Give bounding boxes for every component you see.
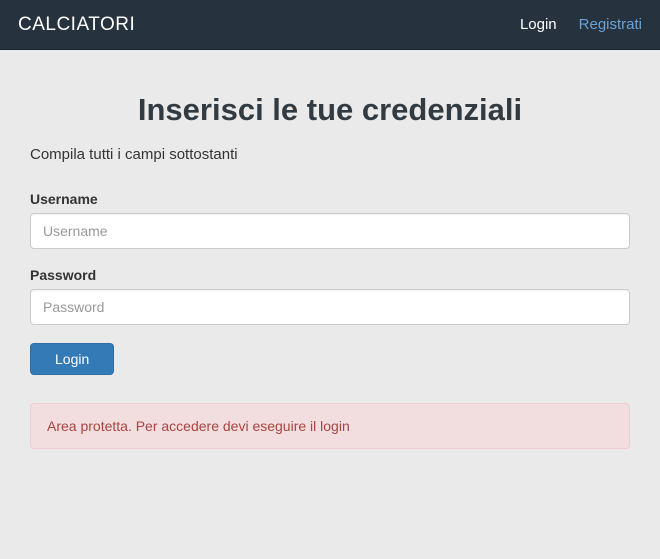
username-label: Username xyxy=(30,191,630,207)
page-subtitle: Compila tutti i campi sottostanti xyxy=(30,146,630,163)
password-group: Password xyxy=(30,267,630,325)
login-form: Username Password Login xyxy=(30,191,630,375)
navbar: CALCIATORI Login Registrati xyxy=(0,0,660,50)
username-group: Username xyxy=(30,191,630,249)
nav-register-link[interactable]: Registrati xyxy=(579,16,642,33)
main-container: Inserisci le tue credenziali Compila tut… xyxy=(0,92,660,449)
login-button[interactable]: Login xyxy=(30,343,114,375)
username-input[interactable] xyxy=(30,213,630,249)
nav-right: Login Registrati xyxy=(520,16,642,33)
alert-error: Area protetta. Per accedere devi eseguir… xyxy=(30,403,630,449)
brand-logo[interactable]: CALCIATORI xyxy=(18,14,135,36)
password-input[interactable] xyxy=(30,289,630,325)
nav-login-link[interactable]: Login xyxy=(520,16,557,33)
password-label: Password xyxy=(30,267,630,283)
page-title: Inserisci le tue credenziali xyxy=(30,92,630,128)
